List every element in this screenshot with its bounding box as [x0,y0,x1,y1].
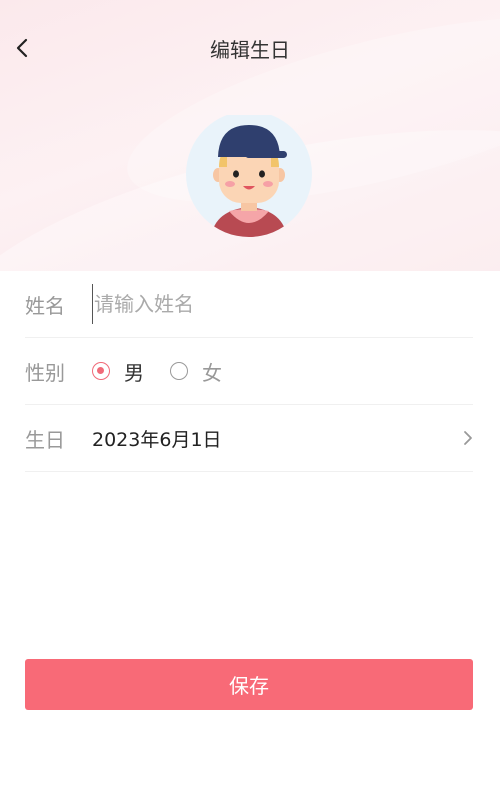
boy-cap-avatar-icon [186,111,312,237]
gender-label: 性别 [25,360,65,385]
name-label: 姓名 [25,293,65,318]
save-button[interactable]: 保存 [25,659,473,710]
gender-radio-group: 男 女 [92,357,248,386]
chevron-right-icon [453,428,473,448]
page-title: 编辑生日 [210,38,290,62]
gender-option-label: 女 [202,360,222,385]
birthday-form: 姓名 性别 男 女 生日 2023年6月1日 [25,271,473,472]
birthday-label: 生日 [25,427,65,452]
birthday-value[interactable]: 2023年6月1日 [92,425,453,452]
gender-row: 性别 男 女 [25,338,473,405]
gender-option-female[interactable]: 女 [170,357,222,386]
name-input[interactable] [92,284,452,324]
birthday-row[interactable]: 生日 2023年6月1日 [25,405,473,472]
radio-unchecked-icon[interactable] [170,362,188,380]
gender-option-label: 男 [124,360,144,385]
avatar[interactable] [185,111,313,237]
name-row: 姓名 [25,271,473,338]
gender-option-male[interactable]: 男 [92,357,144,386]
radio-checked-icon[interactable] [92,362,110,380]
